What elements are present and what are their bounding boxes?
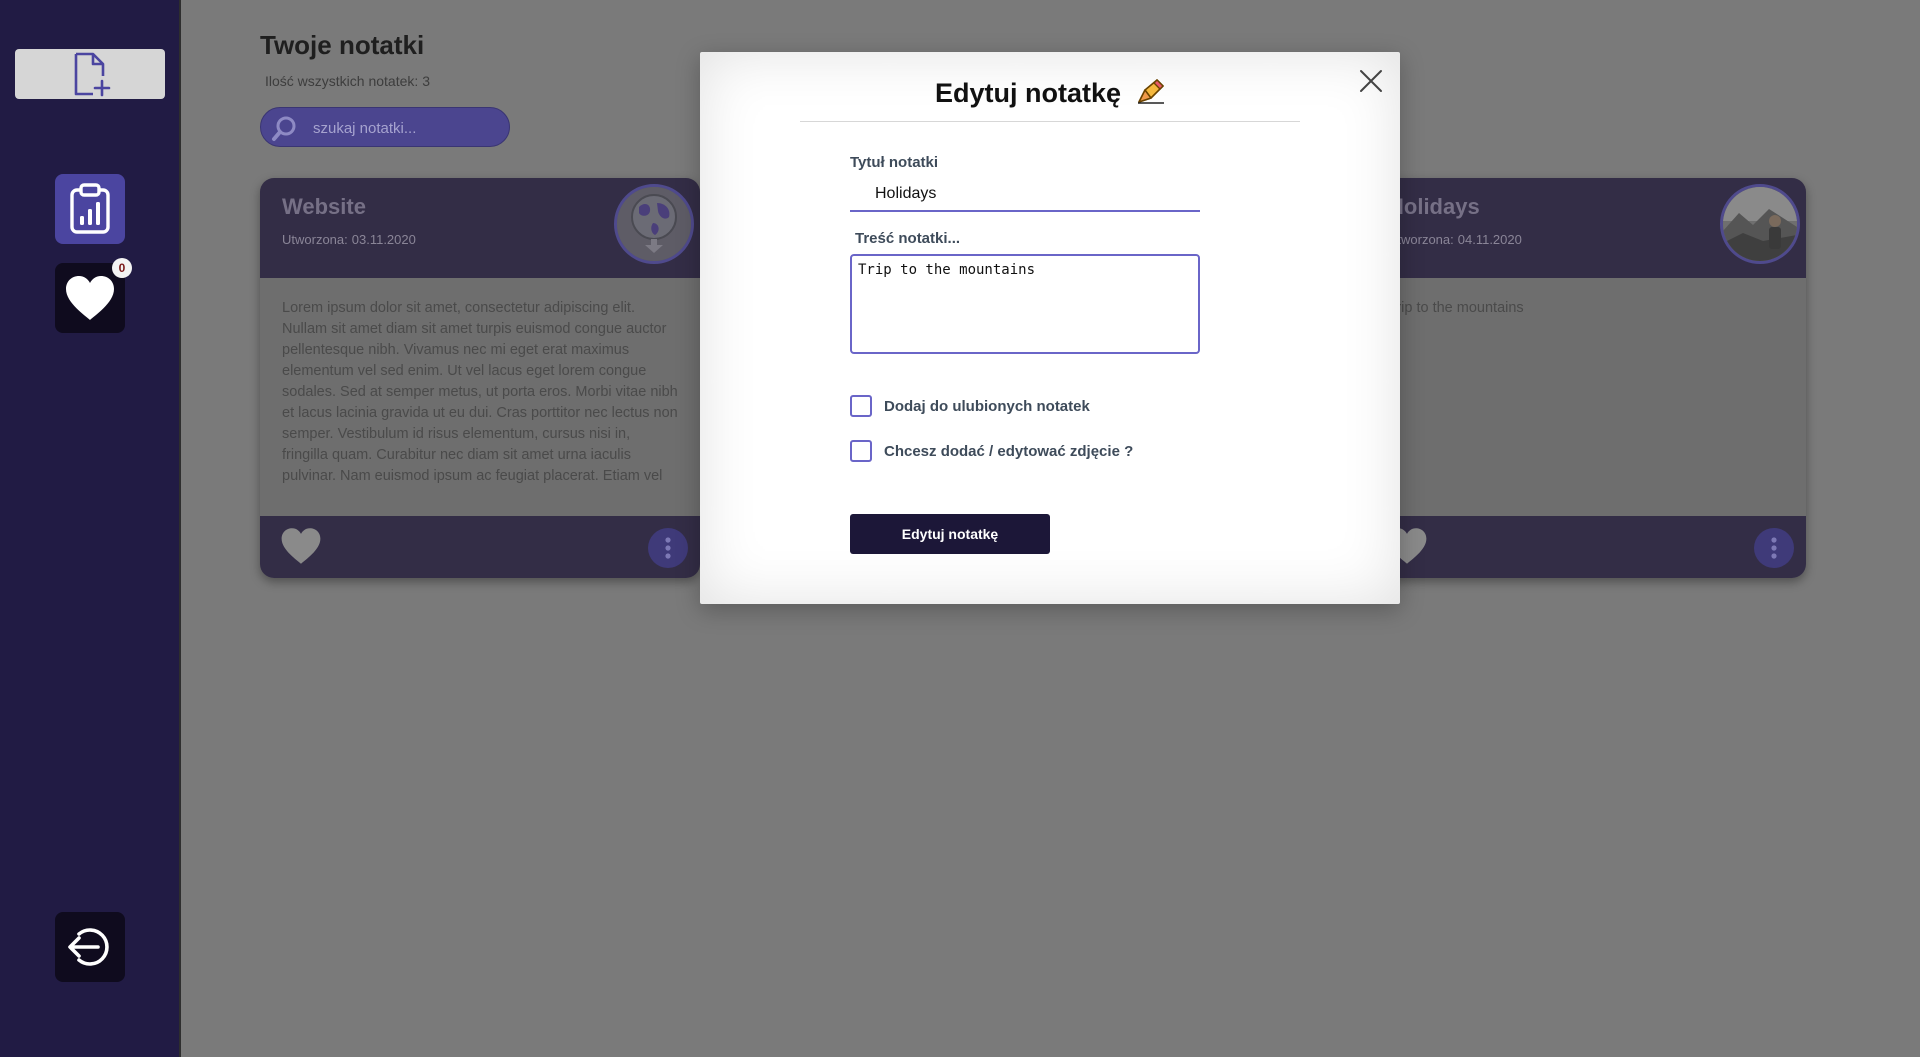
favorite-toggle[interactable] [280, 526, 322, 571]
note-image [614, 184, 694, 264]
note-card-footer [1366, 516, 1806, 578]
logout-icon [68, 928, 109, 966]
file-plus-icon [74, 52, 111, 97]
more-vertical-icon [665, 537, 671, 559]
note-count: Ilość wszystkich notatek: 3 [265, 73, 430, 89]
favorites-count-badge: 0 [112, 258, 132, 278]
modal-divider [800, 121, 1300, 122]
page-title: Twoje notatki [260, 30, 425, 60]
title-field-label: Tytuł notatki [850, 154, 939, 171]
title-field[interactable] [850, 178, 1200, 212]
note-card: Website Utworzona: 03.11.2020 Lorem ipsum… [260, 178, 700, 578]
favorite-checkbox[interactable] [850, 395, 872, 417]
note-card-header: Website Utworzona: 03.11.2020 [260, 178, 700, 278]
favorites-button[interactable]: 0 [55, 258, 132, 333]
note-body: Lorem ipsum dolor sit amet, consectetur … [282, 300, 678, 484]
note-image [1720, 184, 1800, 264]
created-label: Utworzona: [282, 232, 348, 247]
modal-title-text: Edytuj notatkę [934, 78, 1122, 108]
note-created-date: Utworzona: 03.11.2020 [282, 232, 416, 247]
note-card: Holidays Utworzona: 04.11.2020 Trip to th… [1366, 178, 1806, 578]
photo-checkbox-row[interactable]: Chcesz dodać / edytować zdjęcie ? [850, 440, 1133, 462]
note-card-header: Holidays Utworzona: 04.11.2020 [1366, 178, 1806, 278]
note-menu-button[interactable] [648, 528, 688, 568]
modal-title: Edytuj notatkę [700, 78, 1400, 109]
content-field-label: Treść notatki... [855, 230, 961, 247]
note-title: Holidays [1388, 194, 1480, 219]
submit-edit-button[interactable]: Edytuj notatkę [850, 514, 1050, 554]
created-date-value: 04.11.2020 [1457, 232, 1522, 247]
search-icon [272, 116, 296, 141]
note-created-date: Utworzona: 04.11.2020 [1388, 232, 1522, 247]
photo-checkbox[interactable] [850, 440, 872, 462]
note-card-footer [260, 516, 700, 578]
search-box [260, 107, 510, 147]
heart-icon [281, 528, 321, 564]
logout-button[interactable] [55, 912, 125, 982]
heart-icon [66, 276, 114, 320]
edit-note-modal: Edytuj notatkę Tytuł notatki Treść notat… [700, 52, 1400, 604]
favorite-checkbox-row[interactable]: Dodaj do ulubionych notatek [850, 395, 1090, 417]
pencil-icon [1138, 79, 1165, 104]
note-count-label: Ilość wszystkich notatek: [265, 73, 419, 89]
created-date-value: 03.11.2020 [351, 232, 416, 247]
photo-checkbox-label: Chcesz dodać / edytować zdjęcie ? [884, 442, 1134, 460]
more-vertical-icon [1771, 537, 1777, 559]
content-field[interactable]: Trip to the mountains [850, 254, 1200, 354]
clipboard-chart-icon [70, 183, 110, 234]
sidebar: 0 [0, 0, 181, 1057]
search-input[interactable] [311, 116, 505, 140]
note-menu-button[interactable] [1754, 528, 1794, 568]
globe-image [617, 187, 691, 261]
mountain-photo [1723, 187, 1797, 261]
note-body: Trip to the mountains [1388, 300, 1524, 316]
new-note-button[interactable] [15, 49, 165, 99]
favorite-checkbox-label: Dodaj do ulubionych notatek [884, 397, 1090, 415]
note-title: Website [282, 194, 366, 219]
stats-button[interactable] [55, 174, 125, 244]
note-count-value: 3 [422, 73, 431, 89]
